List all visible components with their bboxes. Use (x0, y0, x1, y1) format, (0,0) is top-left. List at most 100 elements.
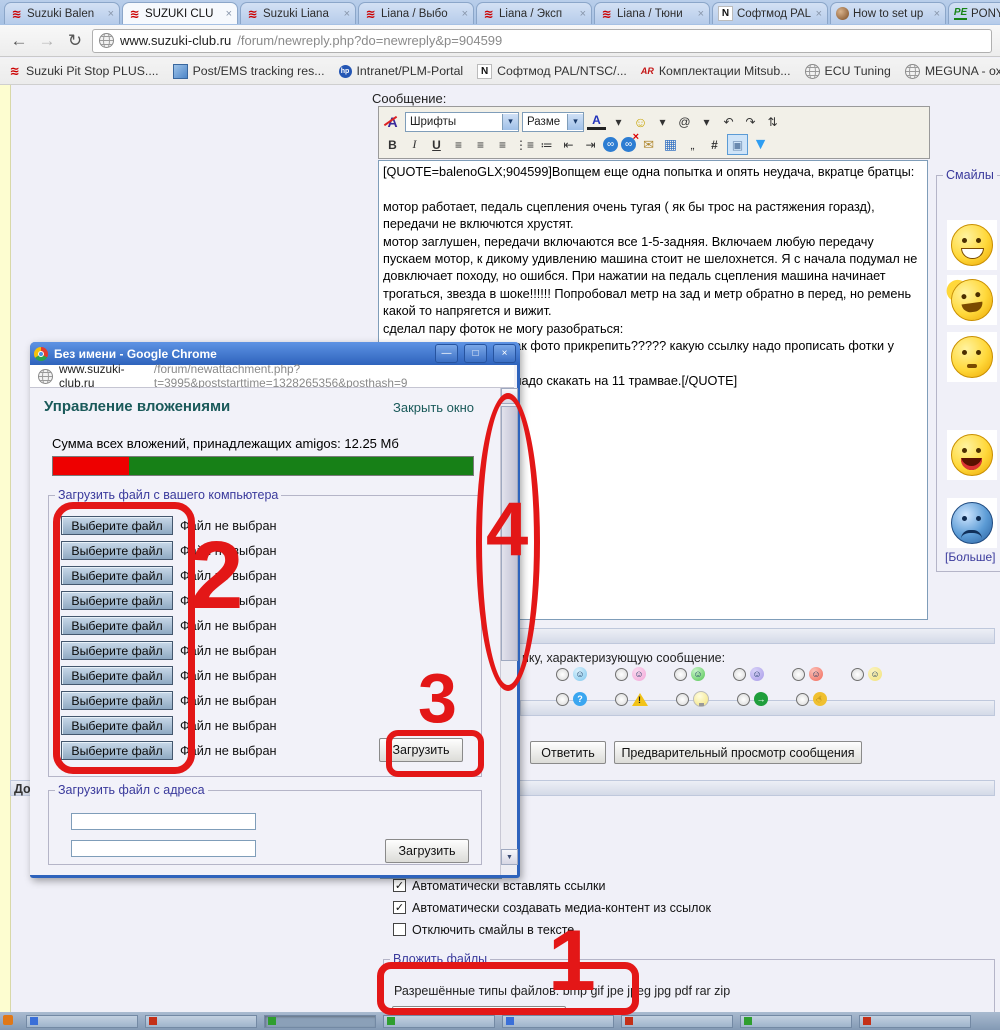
hash-icon[interactable]: # (705, 135, 724, 154)
bold-icon[interactable]: B (383, 135, 402, 154)
upload-url-button[interactable]: Загрузить (385, 839, 469, 863)
url-field-2[interactable] (71, 840, 256, 857)
redo-icon[interactable]: ↷ (741, 112, 760, 131)
post-icon-radio[interactable] (733, 668, 746, 681)
browser-tab[interactable]: Liana / Эксп × (476, 2, 592, 24)
taskbar-button[interactable] (502, 1015, 614, 1028)
option-row[interactable]: Отключить смайлы в тексте (393, 922, 711, 937)
post-icon-option[interactable] (733, 667, 764, 681)
post-icon-option[interactable] (556, 691, 587, 707)
post-icon-radio[interactable] (615, 668, 628, 681)
resize-editor-icon[interactable]: ⇅ (763, 112, 782, 131)
bookmark-item[interactable]: MEGUNA - охрана ав... (905, 64, 1000, 79)
post-icon-option[interactable] (851, 667, 882, 681)
post-icon-radio[interactable] (792, 668, 805, 681)
dropdown-arrow-icon[interactable]: ▾ (697, 112, 716, 131)
bookmark-item[interactable]: Post/EMS tracking res... (173, 64, 325, 79)
dropdown-arrow-icon[interactable]: ▾ (653, 112, 672, 131)
bookmark-item[interactable]: Suzuki Pit Stop PLUS.... (8, 64, 159, 78)
smiley-item[interactable] (947, 332, 997, 382)
post-icon-option[interactable] (792, 667, 823, 681)
smiley-item[interactable] (947, 430, 997, 480)
tab-close-icon[interactable]: × (344, 8, 350, 20)
post-icon-radio[interactable] (556, 668, 569, 681)
text-color-icon[interactable]: A (587, 113, 606, 130)
checkbox[interactable] (393, 923, 406, 936)
post-icon-radio[interactable] (556, 693, 569, 706)
post-icon-option[interactable] (674, 667, 705, 681)
post-icon-option[interactable] (615, 691, 648, 707)
option-row[interactable]: Автоматически вставлять ссылки (393, 878, 711, 893)
address-bar[interactable]: www.suzuki-club.ru/forum/newreply.php?do… (92, 29, 992, 53)
post-icon-option[interactable] (615, 667, 646, 681)
tab-close-icon[interactable]: × (108, 8, 114, 20)
post-icon-radio[interactable] (615, 693, 628, 706)
post-icon-radio[interactable] (676, 693, 689, 706)
choose-file-button[interactable]: Выберите файл (61, 516, 173, 535)
post-icon-option[interactable] (796, 691, 827, 707)
bookmark-item[interactable]: Комплектации Mitsub... (641, 64, 791, 78)
taskbar-button[interactable] (26, 1015, 138, 1028)
tab-close-icon[interactable]: × (226, 8, 232, 20)
post-icon-option[interactable] (737, 691, 768, 707)
smiley-icon[interactable]: ☺ (631, 112, 650, 131)
bookmark-item[interactable]: ECU Tuning (805, 64, 891, 79)
option-row[interactable]: Автоматически создавать медиа-контент из… (393, 900, 711, 915)
preview-button[interactable]: Предварительный просмотр сообщения (614, 741, 862, 764)
forward-button[interactable]: → (36, 31, 58, 51)
scroll-down-icon[interactable]: ▼ (501, 849, 518, 865)
post-icon-radio[interactable] (796, 693, 809, 706)
browser-tab[interactable]: How to set up × (830, 2, 946, 24)
tab-close-icon[interactable]: × (462, 8, 468, 20)
choose-file-button[interactable]: Выберите файл (61, 716, 173, 735)
insert-email-icon[interactable]: ✉ (639, 135, 658, 154)
post-icon-radio[interactable] (851, 668, 864, 681)
close-window-link[interactable]: Закрыть окно (393, 400, 474, 415)
bookmark-item[interactable]: Софтмод PAL/NTSC/... (477, 64, 627, 79)
outdent-icon[interactable]: ⇤ (559, 135, 578, 154)
scroll-up-icon[interactable]: ▲ (501, 388, 518, 404)
choose-file-button[interactable]: Выберите файл (61, 616, 173, 635)
wrap-code-icon[interactable]: ▣ (727, 134, 748, 155)
choose-file-button[interactable]: Выберите файл (61, 591, 173, 610)
quote-icon[interactable]: „ (683, 135, 702, 154)
post-icon-radio[interactable] (674, 668, 687, 681)
undo-icon[interactable]: ↶ (719, 112, 738, 131)
browser-tab[interactable]: Liana / Выбо × (358, 2, 474, 24)
minimize-button[interactable]: — (435, 344, 458, 363)
bookmark-item[interactable]: Intranet/PLM-Portal (339, 64, 464, 78)
tab-close-icon[interactable]: × (816, 8, 822, 20)
smiley-item[interactable] (947, 220, 997, 270)
post-icon-option[interactable] (676, 691, 709, 707)
url-field-1[interactable] (71, 813, 256, 830)
tab-close-icon[interactable]: × (698, 8, 704, 20)
choose-file-button[interactable]: Выберите файл (61, 741, 173, 760)
upload-files-button[interactable]: Загрузить (379, 738, 463, 762)
taskbar-start-icon[interactable] (3, 1015, 13, 1025)
smiley-item[interactable] (947, 498, 997, 548)
download-arrow-icon[interactable]: ▼ (751, 135, 770, 154)
ordered-list-icon[interactable]: ⋮≡ (515, 135, 534, 154)
taskbar-button[interactable] (383, 1015, 495, 1028)
size-dropdown[interactable]: Разме ▾ (522, 112, 584, 132)
checkbox[interactable] (393, 901, 406, 914)
close-button[interactable]: × (493, 344, 516, 363)
post-icon-option[interactable] (556, 667, 587, 681)
font-dropdown[interactable]: Шрифты ▾ (405, 112, 519, 132)
smilies-more-link[interactable]: [Больше] (945, 550, 996, 564)
italic-icon[interactable]: I (405, 135, 424, 154)
remove-link-icon[interactable]: ∞ (621, 137, 636, 152)
taskbar-button[interactable] (740, 1015, 852, 1028)
insert-image-icon[interactable]: ▦ (661, 135, 680, 154)
browser-tab[interactable]: SUZUKI CLU × (122, 2, 238, 24)
attach-icon[interactable]: @ (675, 112, 694, 131)
popup-address-bar[interactable]: www.suzuki-club.ru/forum/newattachment.p… (30, 365, 514, 388)
choose-file-button[interactable]: Выберите файл (61, 541, 173, 560)
tab-close-icon[interactable]: × (934, 8, 940, 20)
smiley-item[interactable] (947, 275, 997, 325)
browser-tab[interactable]: Suzuki Balen × (4, 2, 120, 24)
browser-tab[interactable]: PONY EXP × (948, 2, 1000, 24)
popup-scrollbar[interactable]: ▲ ▼ (500, 388, 517, 875)
post-icon-radio[interactable] (737, 693, 750, 706)
reply-button[interactable]: Ответить (530, 741, 606, 764)
